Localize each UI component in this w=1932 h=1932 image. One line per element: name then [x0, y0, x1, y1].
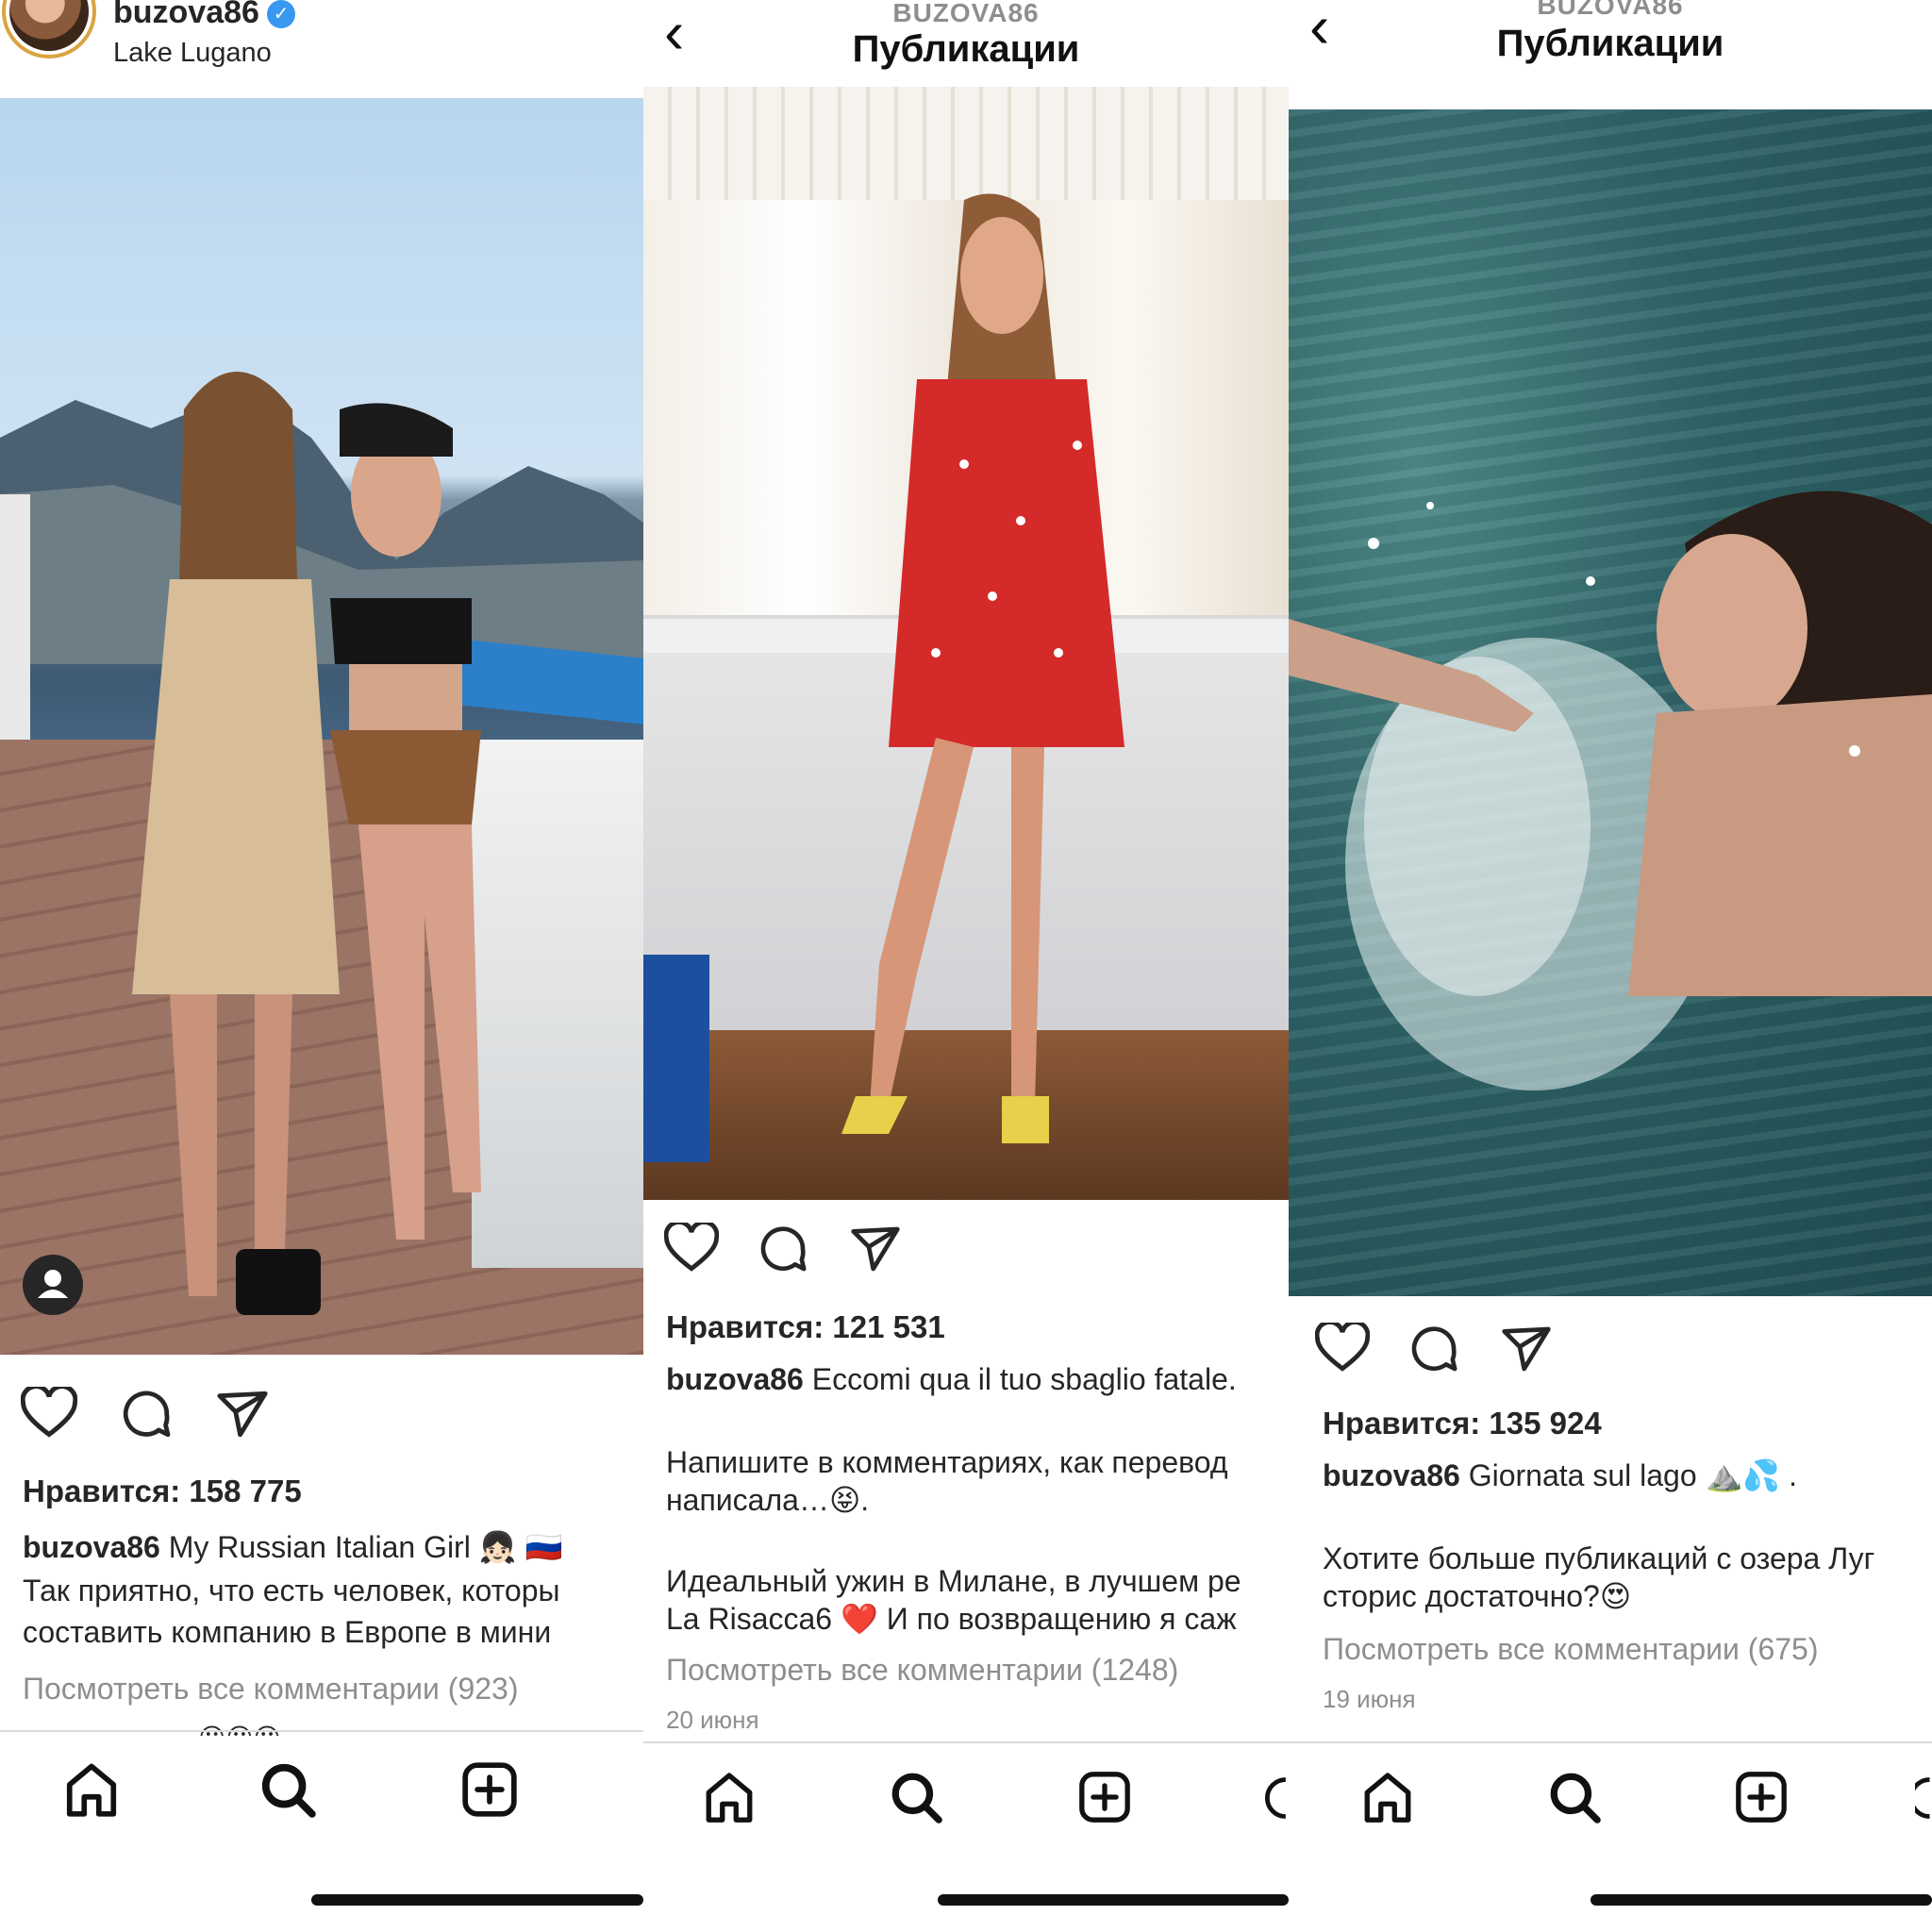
username-text[interactable]: buzova86: [113, 0, 259, 30]
caption-line-2: Хотите больше публикаций с озера Луг: [1323, 1541, 1875, 1575]
likes-count[interactable]: Нравится: 121 531: [666, 1309, 945, 1345]
caption-username[interactable]: buzova86: [23, 1530, 160, 1564]
post-date: 20 июня: [666, 1706, 759, 1734]
post-panel-1: buzova86 ✓ Lake Lugano Нравится: 158 775…: [0, 0, 643, 1932]
caption-line-2: Напишите в комментариях, как перевод: [666, 1445, 1228, 1479]
caption-username[interactable]: buzova86: [1323, 1458, 1460, 1492]
page-title: Публикации: [1496, 23, 1724, 64]
new-post-icon[interactable]: [1734, 1770, 1789, 1824]
share-icon[interactable]: [849, 1224, 902, 1274]
post-panel-3: ‹ BUZOVA86 Публикации Нравится: 135 924 …: [1289, 0, 1932, 1932]
blue-chair-graphic: [643, 955, 709, 1162]
post-panel-2: ‹ BUZOVA86 Публикации Нравится: 121 531 …: [643, 0, 1289, 1932]
home-indicator: [311, 1894, 643, 1906]
home-icon[interactable]: [702, 1770, 757, 1824]
person-icon[interactable]: [21, 1253, 85, 1317]
caption-line-1: buzova86 My Russian Italian Girl 👧🏻 🇷🇺: [23, 1528, 562, 1566]
caption-username[interactable]: buzova86: [666, 1362, 804, 1396]
share-icon[interactable]: [215, 1389, 270, 1440]
search-icon[interactable]: [889, 1770, 943, 1824]
page-title: Публикации: [852, 28, 1080, 70]
home-indicator: [1591, 1894, 1932, 1906]
reels-icon-partial[interactable]: [1262, 1774, 1289, 1823]
comment-icon[interactable]: [119, 1387, 174, 1441]
new-post-icon[interactable]: [1077, 1770, 1132, 1824]
share-icon[interactable]: [1500, 1324, 1553, 1374]
username[interactable]: buzova86 ✓: [113, 0, 295, 31]
caption-line-3: сторис достаточно?😍: [1323, 1579, 1632, 1613]
caption-line-4: Идеальный ужин в Милане, в лучшем ре: [666, 1564, 1241, 1598]
post-date: 19 июня: [1323, 1685, 1416, 1713]
caption-line-5: La Risacca6 ❤️ И по возвращению я саж: [666, 1602, 1237, 1636]
view-comments-link[interactable]: Посмотреть все комментарии (675): [1323, 1632, 1818, 1667]
view-comments-link[interactable]: Посмотреть все комментарии (1248): [666, 1653, 1178, 1688]
home-indicator: [938, 1894, 1289, 1906]
location-link[interactable]: Lake Lugano: [113, 38, 272, 69]
nav-divider: [0, 1730, 643, 1732]
woman-red-dress-graphic: [841, 193, 1124, 1143]
avatar[interactable]: [9, 0, 89, 51]
nav-divider: [643, 1741, 1289, 1743]
emoji-row-cutoff: 😀😀😀: [198, 1723, 281, 1736]
heart-icon[interactable]: [21, 1387, 77, 1440]
caption-text: My Russian Italian Girl 👧🏻 🇷🇺: [168, 1530, 563, 1564]
view-comments-link[interactable]: Посмотреть все комментарии (923): [23, 1672, 518, 1707]
likes-count[interactable]: Нравится: 135 924: [1323, 1406, 1602, 1441]
swimmer-splash-graphic: [1289, 491, 1932, 1091]
home-icon[interactable]: [1360, 1770, 1415, 1824]
header-username: BUZOVA86: [1537, 0, 1684, 20]
home-icon[interactable]: [62, 1760, 121, 1819]
post-photo[interactable]: [1289, 109, 1932, 1296]
caption-line-1: buzova86 Giornata sul lago ⛰️💦 .: [1323, 1457, 1797, 1494]
reels-icon-partial[interactable]: [1915, 1774, 1932, 1823]
search-icon[interactable]: [258, 1760, 317, 1819]
likes-count[interactable]: Нравится: 158 775: [23, 1474, 302, 1509]
nav-divider: [1289, 1741, 1932, 1743]
new-post-icon[interactable]: [460, 1760, 519, 1819]
people-graphic: [132, 372, 481, 1315]
caption-text: Eccomi qua il tuo sbaglio fatale.: [811, 1362, 1237, 1396]
caption-text: Giornata sul lago ⛰️💦 .: [1468, 1458, 1797, 1492]
caption-line-1: buzova86 Eccomi qua il tuo sbaglio fatal…: [666, 1360, 1237, 1398]
header-username: BUZOVA86: [892, 0, 1040, 27]
post-photo[interactable]: [643, 87, 1289, 1200]
heart-icon[interactable]: [1315, 1323, 1370, 1374]
search-icon[interactable]: [1547, 1770, 1602, 1824]
heart-icon[interactable]: [664, 1223, 719, 1274]
comment-icon[interactable]: [757, 1223, 809, 1275]
comment-icon[interactable]: [1407, 1323, 1460, 1375]
caption-line-3: написала…😝.: [666, 1483, 870, 1517]
caption-line-3: составить компанию в Европе в мини: [23, 1615, 552, 1649]
verified-badge-icon: ✓: [266, 0, 295, 29]
post-photo[interactable]: [0, 98, 643, 1355]
caption-line-2: Так приятно, что есть человек, которы: [23, 1574, 560, 1607]
